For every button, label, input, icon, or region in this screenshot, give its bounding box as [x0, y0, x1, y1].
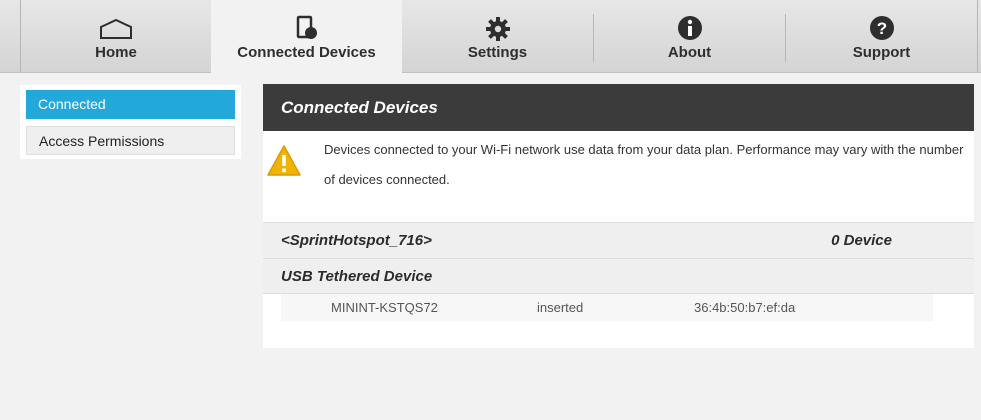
wifi-network-row: <SprintHotspot_716> 0 Device	[263, 223, 974, 259]
device-icon	[294, 14, 320, 45]
tab-support-label: Support	[852, 44, 911, 61]
tab-settings-label: Settings	[467, 44, 528, 61]
tab-home-label: Home	[95, 44, 137, 61]
sidebar-item-connected[interactable]: Connected	[26, 90, 235, 119]
tab-support[interactable]: ? Support	[786, 0, 977, 73]
table-row: MININT-KSTQS72 inserted 36:4b:50:b7:ef:d…	[281, 294, 933, 321]
panel-title: Connected Devices	[263, 84, 974, 131]
notice-text: Devices connected to your Wi-Fi network …	[324, 142, 964, 187]
top-navigation: Home Connected Devices Settings About ? …	[0, 0, 981, 74]
connected-devices-panel: Connected Devices Devices connected to y…	[263, 84, 974, 348]
tab-connected-devices[interactable]: Connected Devices	[211, 0, 402, 74]
gear-icon	[485, 16, 511, 47]
info-icon	[677, 15, 703, 46]
sidebar: Connected Access Permissions	[20, 85, 241, 159]
tab-about-label: About	[667, 44, 712, 61]
nav-edge-right	[977, 0, 978, 73]
device-status: inserted	[537, 300, 584, 315]
device-mac: 36:4b:50:b7:ef:da	[694, 300, 796, 315]
warning-icon	[266, 144, 302, 183]
help-icon: ?	[869, 15, 895, 46]
wifi-device-count: 0 Device	[831, 232, 892, 249]
tab-settings[interactable]: Settings	[402, 0, 593, 73]
usb-section-title: USB Tethered Device	[263, 259, 974, 294]
tab-about[interactable]: About	[594, 0, 785, 73]
notice: Devices connected to your Wi-Fi network …	[263, 131, 974, 223]
home-icon	[98, 18, 134, 45]
sidebar-item-access-permissions[interactable]: Access Permissions	[26, 126, 235, 155]
wifi-ssid: <SprintHotspot_716>	[281, 232, 432, 249]
tab-connected-devices-label: Connected Devices	[237, 44, 376, 61]
svg-text:?: ?	[876, 19, 886, 38]
tab-home[interactable]: Home	[21, 0, 211, 73]
device-name: MININT-KSTQS72	[331, 300, 438, 315]
